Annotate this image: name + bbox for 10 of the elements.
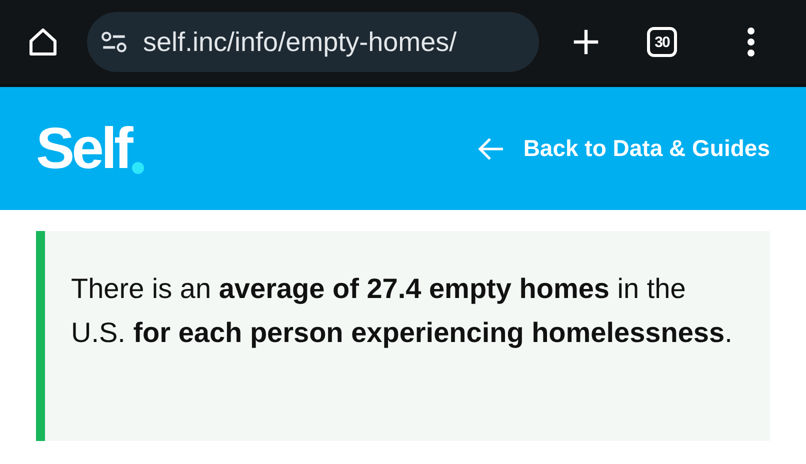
site-settings-icon[interactable] bbox=[101, 31, 127, 53]
menu-icon[interactable] bbox=[747, 27, 755, 57]
callout-text: There is an average of 27.4 empty homes in the U.S. for each person experiencing homelessness. bbox=[71, 272, 734, 350]
arrow-left-icon bbox=[477, 136, 506, 160]
url-text: self.inc/info/empty-homes/ bbox=[143, 26, 457, 58]
address-bar[interactable]: self.inc/info/empty-homes/ bbox=[87, 12, 539, 72]
new-tab-icon[interactable] bbox=[572, 28, 600, 56]
home-icon[interactable] bbox=[27, 26, 59, 58]
logo-dot-icon bbox=[132, 162, 144, 174]
tab-count-button[interactable]: 30 bbox=[647, 27, 677, 57]
